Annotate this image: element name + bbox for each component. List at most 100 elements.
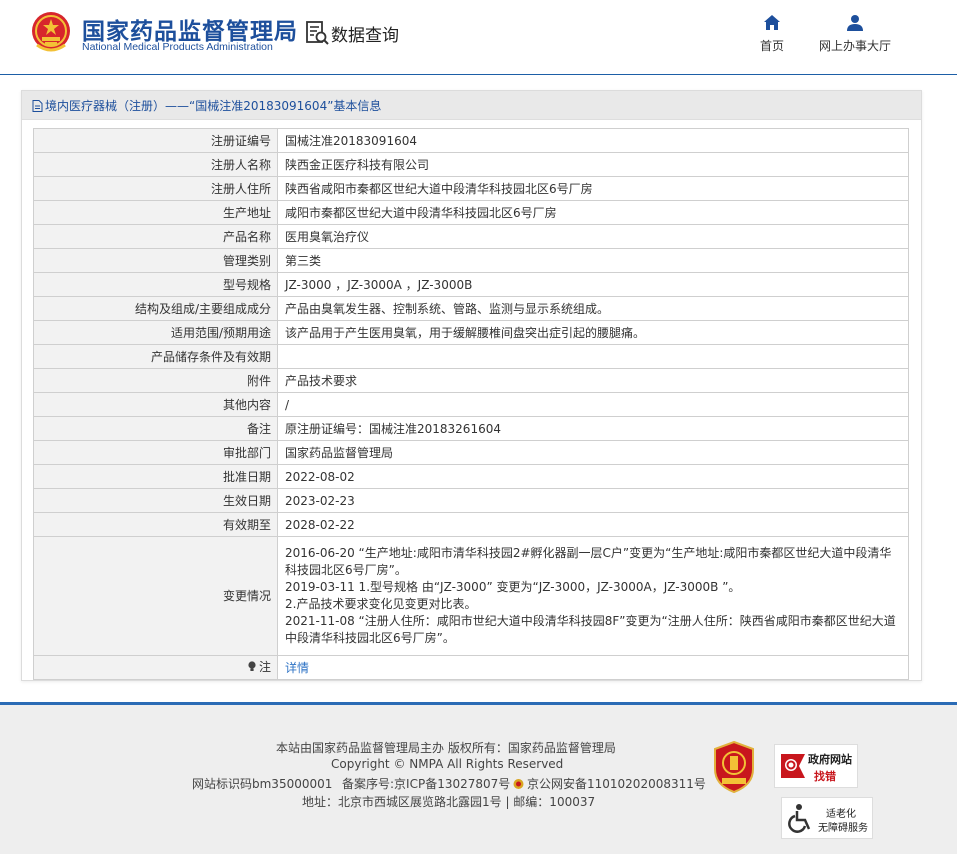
field-label-registrant-name: 注册人名称 bbox=[33, 152, 278, 177]
field-label-scope-of-use: 适用范围/预期用途 bbox=[33, 320, 278, 345]
field-label-effective-date: 生效日期 bbox=[33, 488, 278, 513]
field-label-management-class: 管理类别 bbox=[33, 248, 278, 273]
field-value-product-name: 医用臭氧治疗仪 bbox=[277, 224, 909, 249]
field-label-note: 注 bbox=[33, 655, 278, 680]
field-value-registrant-name: 陕西金正医疗科技有限公司 bbox=[277, 152, 909, 177]
magnifier-icon bbox=[781, 754, 805, 778]
table-row: 产品储存条件及有效期 bbox=[33, 344, 909, 369]
field-value-storage-conditions bbox=[277, 344, 909, 369]
record-panel: 境内医疗器械（注册）——“国械注准20183091604”基本信息 注册证编号国… bbox=[21, 90, 922, 681]
field-value-production-address: 咸阳市秦都区世纪大道中段清华科技园北区6号厂房 bbox=[277, 200, 909, 225]
data-query-title[interactable]: 数据查询 bbox=[305, 20, 399, 46]
field-label-approval-dept: 审批部门 bbox=[33, 440, 278, 465]
change-entry: 2016-06-20 “生产地址:咸阳市清华科技园2#孵化器副一层C户”变更为“… bbox=[285, 546, 892, 577]
elderly-friendly-label: 适老化 bbox=[826, 809, 856, 820]
field-value-model-spec: JZ-3000 ，JZ-3000A ，JZ-3000B bbox=[277, 272, 909, 297]
table-row: 生效日期 2023-02-23 bbox=[33, 488, 909, 513]
table-row: 管理类别 第三类 bbox=[33, 248, 909, 273]
footer-copyright: Copyright © NMPA All Rights Reserved bbox=[331, 757, 564, 771]
breadcrumb-text: 境内医疗器械（注册）——“国械注准20183091604”基本信息 bbox=[45, 99, 382, 113]
police-badge-icon bbox=[513, 778, 524, 789]
change-entry: 2021-11-08 “注册人住所：咸阳市世纪大道中段清华科技园8F”变更为“注… bbox=[285, 614, 896, 645]
user-icon bbox=[847, 15, 863, 31]
barrier-free-label: 无障碍服务 bbox=[818, 823, 868, 834]
field-label-model-spec: 型号规格 bbox=[33, 272, 278, 297]
field-label-storage-conditions: 产品储存条件及有效期 bbox=[33, 344, 278, 369]
site-header: 国家药品监督管理局 National Medical Products Admi… bbox=[0, 0, 957, 75]
footer-police-link[interactable]: 京公网安备11010202008311号 bbox=[513, 775, 706, 792]
footer-address: 地址：北京市西城区展览路北露园1号 | 邮编：100037 bbox=[302, 795, 596, 809]
find-error-label: 找错 bbox=[814, 770, 836, 783]
panel-header: 境内医疗器械（注册）——“国械注准20183091604”基本信息 bbox=[22, 91, 921, 120]
table-row: 型号规格 JZ-3000 ，JZ-3000A ，JZ-3000B bbox=[33, 272, 909, 297]
field-value-attachment: 产品技术要求 bbox=[277, 368, 909, 393]
field-value-registrant-address: 陕西省咸阳市秦都区世纪大道中段清华科技园北区6号厂房 bbox=[277, 176, 909, 201]
field-value-approval-date: 2022-08-02 bbox=[277, 464, 909, 489]
table-row: 备注 原注册证编号：国械注准20183261604 bbox=[33, 416, 909, 441]
table-row: 适用范围/预期用途 该产品用于产生医用臭氧，用于缓解腰椎间盘突出症引起的腰腿痛。 bbox=[33, 320, 909, 345]
field-label-product-name: 产品名称 bbox=[33, 224, 278, 249]
field-value-scope-of-use: 该产品用于产生医用臭氧，用于缓解腰椎间盘突出症引起的腰腿痛。 bbox=[277, 320, 909, 345]
nav-online-service-label: 网上办事大厅 bbox=[819, 39, 892, 53]
footer-icp-link[interactable]: 备案序号:京ICP备13027807号 bbox=[342, 775, 510, 792]
table-row: 其他内容 / bbox=[33, 392, 909, 417]
field-label-approval-date: 批准日期 bbox=[33, 464, 278, 489]
table-row: 审批部门 国家药品监督管理局 bbox=[33, 440, 909, 465]
nav-home[interactable]: 首页 bbox=[760, 14, 784, 54]
table-row: 有效期至 2028-02-22 bbox=[33, 512, 909, 537]
footer-police-text: 京公网安备11010202008311号 bbox=[527, 777, 706, 791]
record-table: 注册证编号 国械注准20183091604 注册人名称 陕西金正医疗科技有限公司 注册人… bbox=[33, 128, 909, 680]
nav-online-service-hall[interactable]: 网上办事大厅 bbox=[819, 14, 891, 54]
accessibility-icon bbox=[788, 804, 811, 833]
field-label-remarks: 备注 bbox=[33, 416, 278, 441]
change-entry: 2.产品技术要求变化见变更对比表。 bbox=[285, 597, 477, 611]
field-label-other-content: 其他内容 bbox=[33, 392, 278, 417]
field-label-attachment: 附件 bbox=[33, 368, 278, 393]
table-row: 注册人住所 陕西省咸阳市秦都区世纪大道中段清华科技园北区6号厂房 bbox=[33, 176, 909, 201]
table-row: 结构及组成/主要组成成分 产品由臭氧发生器、控制系统、管路、监测与显示系统组成。 bbox=[33, 296, 909, 321]
field-value-remarks: 原注册证编号：国械注准20183261604 bbox=[277, 416, 909, 441]
table-row: 注册证编号 国械注准20183091604 bbox=[33, 128, 909, 153]
gov-site-error-report-badge[interactable]: 政府网站 找错 bbox=[774, 744, 858, 788]
data-query-label: 数据查询 bbox=[331, 25, 399, 46]
field-value-expiry-date: 2028-02-22 bbox=[277, 512, 909, 537]
field-value-management-class: 第三类 bbox=[277, 248, 909, 273]
field-value-registration-no: 国械注准20183091604 bbox=[277, 128, 909, 153]
national-emblem-icon bbox=[32, 12, 70, 52]
field-value-approval-dept: 国家药品监督管理局 bbox=[277, 440, 909, 465]
gov-site-label: 政府网站 bbox=[808, 753, 852, 766]
table-row: 生产地址 咸阳市秦都区世纪大道中段清华科技园北区6号厂房 bbox=[33, 200, 909, 225]
field-label-registrant-address: 注册人住所 bbox=[33, 176, 278, 201]
data-query-icon bbox=[306, 21, 329, 45]
table-row: 注册人名称 陕西金正医疗科技有限公司 bbox=[33, 152, 909, 177]
home-icon bbox=[764, 15, 780, 30]
field-label-expiry-date: 有效期至 bbox=[33, 512, 278, 537]
footer-site-id: 网站标识码bm35000001 bbox=[192, 777, 333, 791]
document-icon bbox=[32, 99, 43, 112]
field-label-structure-composition: 结构及组成/主要组成成分 bbox=[33, 296, 278, 321]
field-value-change-history: 2016-06-20 “生产地址:咸阳市清华科技园2#孵化器副一层C户”变更为“… bbox=[277, 536, 909, 656]
field-label-registration-no: 注册证编号 bbox=[33, 128, 278, 153]
lightbulb-icon bbox=[248, 661, 256, 672]
breadcrumb: 境内医疗器械（注册）——“国械注准20183091604”基本信息 bbox=[32, 97, 381, 114]
table-row: 注详情 bbox=[33, 655, 909, 680]
change-entry: 2019-03-11 1.型号规格 由“JZ-3000” 变更为“JZ-3000… bbox=[285, 580, 741, 594]
table-row: 变更情况 2016-06-20 “生产地址:咸阳市清华科技园2#孵化器副一层C户”… bbox=[33, 536, 909, 656]
header-divider bbox=[0, 74, 957, 75]
field-value-effective-date: 2023-02-23 bbox=[277, 488, 909, 513]
field-label-change-history: 变更情况 bbox=[33, 536, 278, 656]
table-row: 附件 产品技术要求 bbox=[33, 368, 909, 393]
table-row: 产品名称 医用臭氧治疗仪 bbox=[33, 224, 909, 249]
party-government-icon bbox=[714, 740, 754, 794]
site-footer: 本站由国家药品监督管理局主办 版权所有：国家药品监督管理局 Copyright … bbox=[0, 702, 957, 854]
accessibility-service-badge[interactable]: 适老化 无障碍服务 bbox=[781, 797, 873, 839]
nav-home-label: 首页 bbox=[760, 39, 785, 53]
field-value-other-content: / bbox=[277, 392, 909, 417]
footer-host-line: 本站由国家药品监督管理局主办 版权所有：国家药品监督管理局 bbox=[276, 741, 616, 755]
site-name-english: National Medical Products Administration bbox=[82, 41, 273, 53]
field-value-structure-composition: 产品由臭氧发生器、控制系统、管路、监测与显示系统组成。 bbox=[277, 296, 909, 321]
party-government-badge[interactable] bbox=[713, 740, 755, 794]
details-link[interactable]: 详情 bbox=[285, 661, 309, 675]
field-value-note: 详情 bbox=[277, 655, 909, 680]
field-label-production-address: 生产地址 bbox=[33, 200, 278, 225]
